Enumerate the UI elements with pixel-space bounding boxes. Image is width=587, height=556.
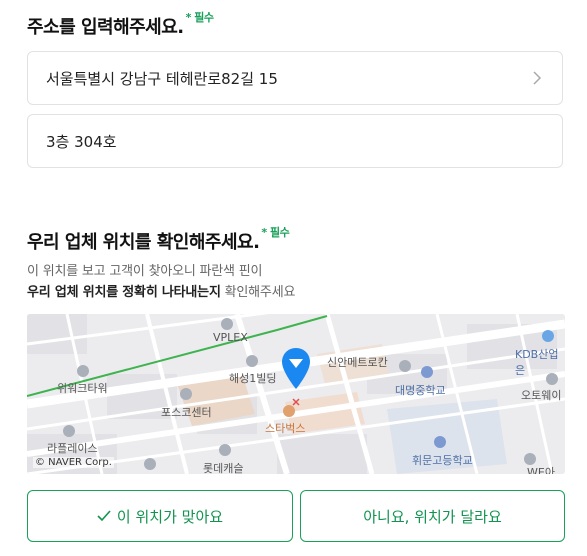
map-label-ottoway: 오토웨이 bbox=[521, 389, 562, 402]
map-label-posco: 포스코센터 bbox=[161, 406, 212, 419]
address-value: 서울특별시 강남구 테헤란로82길 15 bbox=[46, 69, 278, 88]
map-label-sinan: 신안메트로칸 bbox=[327, 356, 388, 369]
required-badge: * 필수 bbox=[185, 11, 214, 24]
pin-target-icon bbox=[292, 398, 300, 406]
map-canvas[interactable] bbox=[27, 314, 565, 474]
chevron-right-icon bbox=[533, 71, 542, 85]
reject-label: 아니요, 위치가 달라요 bbox=[363, 507, 502, 526]
required-badge: * 필수 bbox=[261, 226, 290, 239]
map-label-vplex: VPLEX bbox=[213, 331, 248, 344]
location-desc-line2: 우리 업체 위치를 정확히 나타내는지 확인해주세요 bbox=[27, 281, 295, 300]
address-detail-value: 3층 304호 bbox=[46, 132, 117, 151]
address-search-field[interactable]: 서울특별시 강남구 테헤란로82길 15 bbox=[27, 51, 563, 105]
location-pin-icon[interactable] bbox=[281, 347, 311, 391]
map-copyright: © NAVER Corp. bbox=[33, 457, 114, 468]
confirm-location-button[interactable]: 이 위치가 맞아요 bbox=[27, 490, 293, 542]
confirm-label: 이 위치가 맞아요 bbox=[116, 507, 224, 526]
address-title-text: 주소를 입력해주세요. bbox=[27, 17, 184, 38]
location-desc-bold: 우리 업체 위치를 정확히 나타내는지 bbox=[27, 285, 221, 300]
location-title: 우리 업체 위치를 확인해주세요. * 필수 bbox=[27, 226, 290, 254]
map-label-haesung: 해성1빌딩 bbox=[229, 372, 277, 385]
map-label-kdb: KDB산업은 bbox=[515, 348, 559, 377]
address-title: 주소를 입력해주세요. * 필수 bbox=[27, 11, 214, 39]
address-detail-field[interactable]: 3층 304호 bbox=[27, 114, 563, 168]
map-label-daemyung: 대명중학교 bbox=[395, 384, 446, 397]
map-label-lafeo: 라플레이스 bbox=[47, 442, 98, 455]
map-label-lotte: 롯데캐슬 bbox=[203, 462, 244, 474]
map-label-starbucks: 스타벅스 bbox=[265, 422, 306, 435]
location-title-text: 우리 업체 위치를 확인해주세요. bbox=[27, 232, 260, 253]
map-label-hwimun: 휘문고등학교 bbox=[412, 454, 473, 467]
map-label-wepi: WE아 bbox=[527, 466, 555, 474]
check-icon bbox=[97, 510, 111, 522]
location-desc-line1: 이 위치를 보고 고객이 찾아오니 파란색 핀이 bbox=[27, 264, 263, 279]
location-desc-rest: 확인해주세요 bbox=[220, 285, 296, 300]
map-label-wework: 위워크타워 bbox=[57, 382, 108, 395]
location-map[interactable]: VPLEX 위워크타워 해성1빌딩 신안메트로칸 KDB산업은 포스코센터 대명… bbox=[27, 314, 565, 474]
reject-location-button[interactable]: 아니요, 위치가 달라요 bbox=[300, 490, 565, 542]
